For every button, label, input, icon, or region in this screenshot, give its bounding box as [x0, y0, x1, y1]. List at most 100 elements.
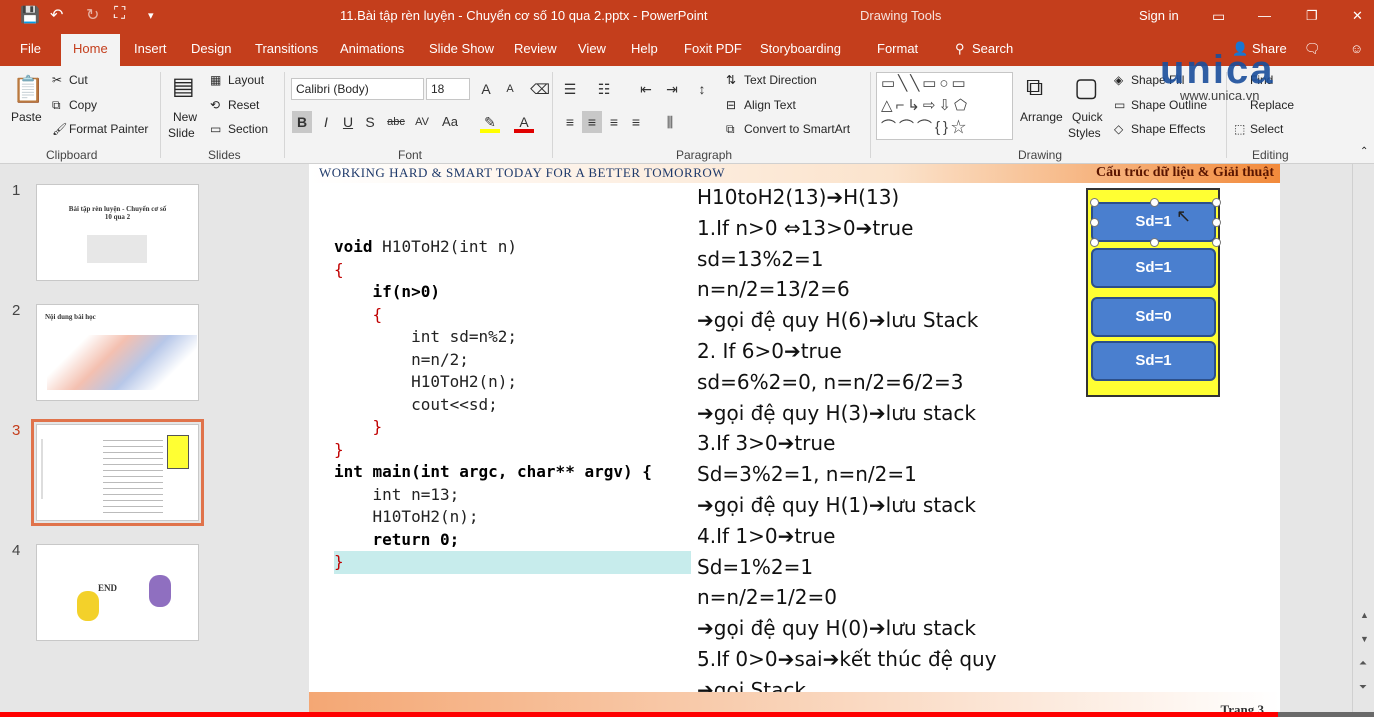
arrange-button[interactable]: Arrange: [1020, 110, 1063, 124]
align-left-icon[interactable]: ≡: [560, 111, 580, 133]
save-icon[interactable]: 💾: [20, 5, 40, 25]
search-box[interactable]: Search: [972, 41, 1013, 56]
scroll-up-icon[interactable]: ▲: [1360, 610, 1369, 620]
vertical-scrollbar[interactable]: ▲ ▼ ⏶ ⏷: [1352, 164, 1374, 717]
decrease-indent-icon[interactable]: ⇤: [636, 78, 656, 100]
minimize-icon[interactable]: —: [1258, 8, 1271, 23]
sign-in-link[interactable]: Sign in: [1139, 8, 1179, 23]
new-slide-icon[interactable]: ▤: [172, 72, 195, 101]
slide-thumbnail-2[interactable]: Nội dung bài học: [36, 304, 199, 401]
grow-font-icon[interactable]: A: [476, 78, 496, 100]
shadow-button[interactable]: S: [360, 111, 380, 133]
line-spacing-icon[interactable]: ↕: [692, 78, 712, 100]
ribbon-display-icon[interactable]: ▭: [1212, 8, 1225, 25]
underline-button[interactable]: U: [338, 111, 358, 133]
section-button[interactable]: Section: [228, 122, 268, 136]
tab-insert[interactable]: Insert: [134, 41, 167, 56]
slide-thumbnail-4[interactable]: END: [36, 544, 199, 641]
slide-thumbnail-3[interactable]: [31, 419, 204, 526]
tab-format[interactable]: Format: [877, 41, 918, 56]
next-slide-icon[interactable]: ⏷: [1359, 682, 1367, 693]
convert-smartart-button[interactable]: Convert to SmartArt: [744, 122, 850, 136]
char-spacing-button[interactable]: AV: [410, 111, 434, 133]
quick-styles-button[interactable]: Quick: [1072, 110, 1103, 124]
format-painter-button[interactable]: Format Painter: [69, 122, 148, 136]
italic-button[interactable]: I: [316, 111, 336, 133]
tab-animations[interactable]: Animations: [340, 41, 404, 56]
stack-item-selected[interactable]: Sd=1: [1091, 202, 1216, 242]
align-text-button[interactable]: Align Text: [744, 98, 796, 112]
selection-handle[interactable]: [1090, 218, 1099, 227]
selection-handle[interactable]: [1150, 238, 1159, 247]
selection-handle[interactable]: [1212, 198, 1221, 207]
text-direction-button[interactable]: Text Direction: [744, 73, 817, 87]
highlight-icon[interactable]: ✎: [480, 111, 500, 133]
numbering-icon[interactable]: ☷: [594, 78, 614, 100]
stack-item[interactable]: Sd=1: [1091, 248, 1216, 288]
select-button[interactable]: Select: [1250, 122, 1283, 136]
bullets-icon[interactable]: ☰: [560, 78, 580, 100]
stack-item[interactable]: Sd=0: [1091, 297, 1216, 337]
layout-button[interactable]: Layout: [228, 73, 264, 87]
customize-qat-icon[interactable]: ▾: [148, 9, 154, 22]
tab-review[interactable]: Review: [514, 41, 557, 56]
redo-icon[interactable]: ↻: [86, 5, 99, 25]
collapse-ribbon-icon[interactable]: ⌃: [1360, 146, 1368, 157]
change-case-button[interactable]: Aa: [438, 111, 462, 133]
tab-storyboarding[interactable]: Storyboarding: [760, 41, 841, 56]
cut-button[interactable]: Cut: [69, 73, 88, 87]
shape-effects-button[interactable]: Shape Effects: [1131, 122, 1206, 136]
paste-icon[interactable]: 📋: [12, 74, 44, 105]
scroll-down-icon[interactable]: ▼: [1360, 634, 1369, 644]
clear-format-icon[interactable]: ⌫: [530, 78, 550, 100]
copy-button[interactable]: Copy: [69, 98, 97, 112]
video-progress-bar[interactable]: [0, 712, 1374, 717]
shrink-font-icon[interactable]: A: [500, 78, 520, 100]
slide-thumbnail-1[interactable]: Bài tập rèn luyện - Chuyển cơ số 10 qua …: [36, 184, 199, 281]
font-size-box[interactable]: 18: [426, 78, 470, 100]
tab-foxit-pdf[interactable]: Foxit PDF: [684, 41, 742, 56]
tab-transitions[interactable]: Transitions: [255, 41, 318, 56]
font-color-button[interactable]: A: [514, 111, 534, 133]
selection-handle[interactable]: [1212, 238, 1221, 247]
tab-slide-show[interactable]: Slide Show: [429, 41, 494, 56]
comments-icon[interactable]: 🗨: [1304, 41, 1321, 57]
previous-slide-icon[interactable]: ⏶: [1359, 658, 1367, 669]
quick-styles-label[interactable]: Styles: [1068, 126, 1101, 140]
selection-handle[interactable]: [1090, 238, 1099, 247]
code-block[interactable]: void H10ToH2(int n) { if(n>0) { int sd=n…: [334, 236, 691, 574]
bold-button[interactable]: B: [292, 111, 312, 133]
quick-styles-icon[interactable]: ▢: [1074, 72, 1099, 103]
justify-icon[interactable]: ≡: [626, 111, 646, 133]
new-slide-button[interactable]: New: [173, 110, 197, 124]
strikethrough-button[interactable]: abc: [384, 111, 408, 133]
new-slide-label[interactable]: Slide: [168, 126, 195, 140]
tab-home[interactable]: Home: [61, 34, 120, 66]
tab-file[interactable]: File: [20, 41, 41, 56]
stack-item[interactable]: Sd=1: [1091, 341, 1216, 381]
stack-container[interactable]: Sd=1 Sd=1 Sd=0 Sd=1 ↖: [1086, 188, 1221, 397]
trace-steps[interactable]: H10toH2(13)➔H(13) 1.If n>0 ⇔13>0➔true sd…: [697, 182, 997, 706]
paste-button[interactable]: Paste: [11, 110, 42, 124]
arrange-icon[interactable]: ⧉: [1026, 74, 1043, 102]
shapes-gallery[interactable]: ▭╲╲▭○▭ △⌐↳⇨⇩⬠ ⌒⌒⌒{}☆: [876, 72, 1013, 140]
reset-button[interactable]: Reset: [228, 98, 259, 112]
align-center-icon[interactable]: ≡: [582, 111, 602, 133]
selection-handle[interactable]: [1150, 198, 1159, 207]
code-line-current: }: [334, 551, 691, 574]
align-right-icon[interactable]: ≡: [604, 111, 624, 133]
columns-icon[interactable]: ⫼: [660, 111, 680, 133]
slide-canvas[interactable]: WORKING HARD & SMART TODAY FOR A BETTER …: [309, 164, 1280, 717]
selection-handle[interactable]: [1090, 198, 1099, 207]
smiley-icon[interactable]: ☺: [1350, 41, 1363, 56]
selection-handle[interactable]: [1212, 218, 1221, 227]
tab-view[interactable]: View: [578, 41, 606, 56]
close-icon[interactable]: ✕: [1352, 8, 1363, 24]
restore-icon[interactable]: ❐: [1306, 8, 1318, 24]
increase-indent-icon[interactable]: ⇥: [662, 78, 682, 100]
start-slideshow-icon[interactable]: ⛶: [114, 5, 125, 23]
tab-help[interactable]: Help: [631, 41, 658, 56]
tab-design[interactable]: Design: [191, 41, 231, 56]
font-name-box[interactable]: Calibri (Body): [291, 78, 424, 100]
undo-icon[interactable]: ↶: [50, 5, 63, 25]
